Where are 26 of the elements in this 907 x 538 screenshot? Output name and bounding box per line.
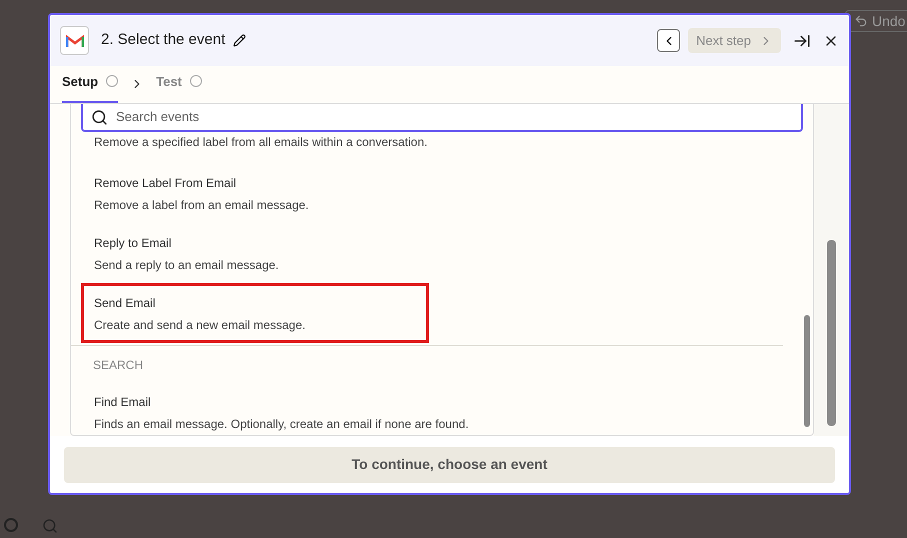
- search-icon: [91, 108, 108, 126]
- event-name: Reply to Email: [94, 236, 172, 251]
- search-input[interactable]: Search events: [116, 107, 793, 127]
- event-name: Find Email: [94, 395, 151, 410]
- step-title: 2. Select the event: [101, 30, 226, 50]
- event-option[interactable]: Remove Label From Email Remove a label from an email message.: [81, 163, 783, 223]
- group-heading: SEARCH: [93, 357, 144, 374]
- event-description: Create and send a new email message.: [94, 318, 306, 333]
- event-description: Finds an email message. Optionally, create an email if none are found.: [94, 417, 469, 432]
- continue-button[interactable]: To continue, choose an event: [64, 446, 835, 482]
- scrollbar-thumb[interactable]: [827, 240, 836, 426]
- event-option[interactable]: Send Email Create and send a new email message.: [81, 283, 429, 343]
- search-box[interactable]: Search events: [81, 104, 803, 132]
- edit-icon[interactable]: [233, 34, 246, 47]
- event-description: Send a reply to an email message.: [94, 258, 279, 273]
- mail-logo-icon: [60, 26, 89, 55]
- event-name: Send Email: [94, 296, 156, 311]
- previous-button[interactable]: [657, 29, 680, 52]
- event-option[interactable]: Find Email Finds an email message. Optionally, create an email if none are found.: [81, 382, 783, 435]
- event-option[interactable]: Reply to Email Send a reply to an email message.: [81, 223, 783, 283]
- scrollbar-thumb[interactable]: [804, 315, 810, 427]
- undo-icon: [854, 14, 868, 28]
- event-description: Remove a specified label from all emails within a conversation.: [94, 135, 428, 150]
- event-description: Remove a label from an email message.: [94, 198, 309, 213]
- event-option[interactable]: Remove a specified label from all emails within a conversation.: [81, 132, 783, 163]
- event-name: Remove Label From Email: [94, 176, 236, 191]
